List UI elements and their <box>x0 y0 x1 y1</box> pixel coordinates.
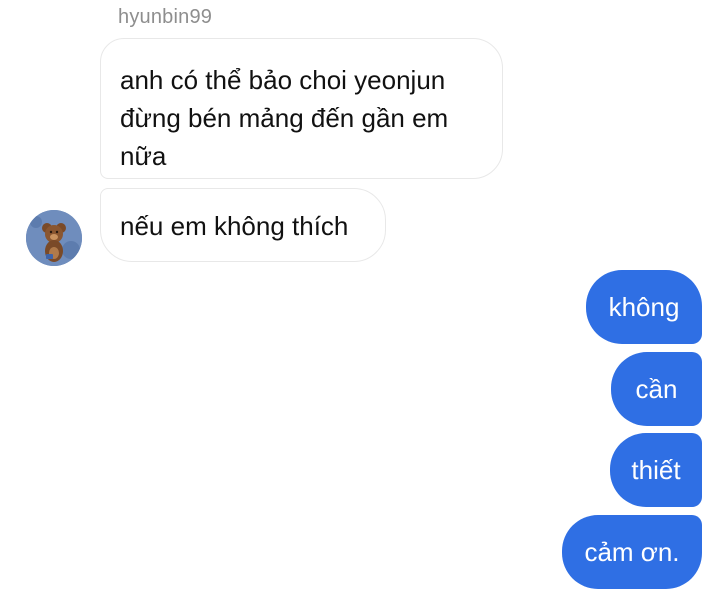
sender-name: hyunbin99 <box>118 6 213 28</box>
avatar-image <box>26 210 82 266</box>
outgoing-message-bubble[interactable]: cảm ơn. <box>562 515 702 589</box>
incoming-message-bubble[interactable]: nếu em không thích <box>100 188 386 262</box>
outgoing-message-bubble[interactable]: không <box>586 270 702 344</box>
bear-avatar-icon[interactable] <box>26 210 82 266</box>
outgoing-message-bubble[interactable]: thiết <box>610 433 702 507</box>
outgoing-message-bubble[interactable]: cần <box>611 352 702 426</box>
incoming-message-bubble[interactable]: anh có thể bảo choi yeonjun đừng bén mản… <box>100 38 503 179</box>
